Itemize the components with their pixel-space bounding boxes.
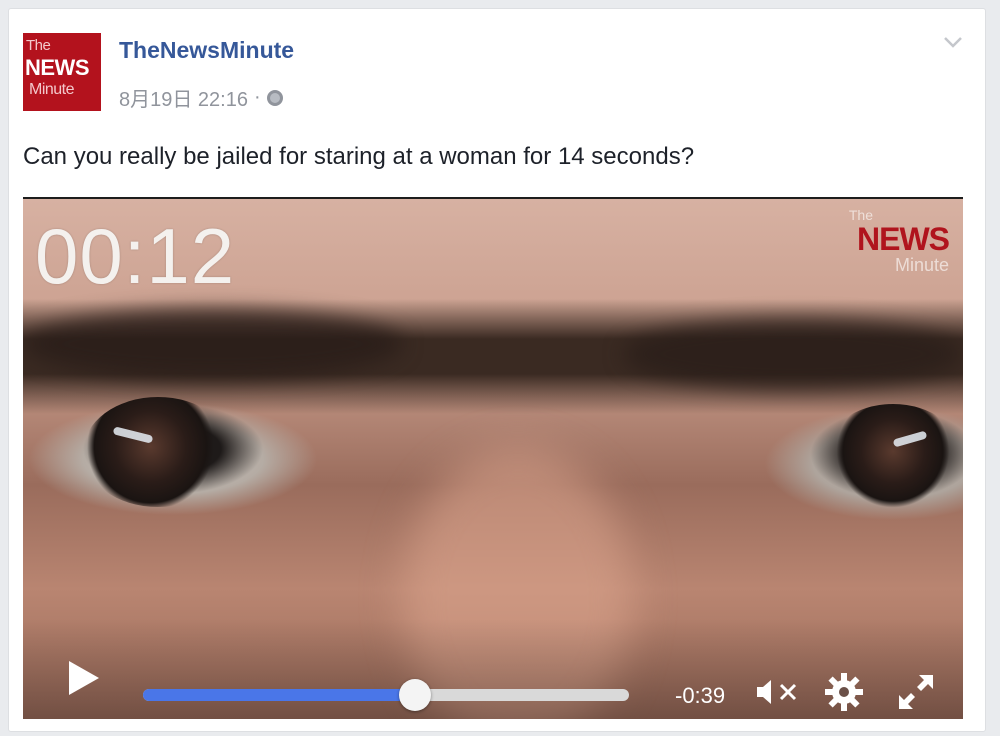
progress-bar-fill bbox=[143, 689, 416, 701]
settings-button[interactable] bbox=[823, 671, 865, 718]
video-watermark-logo: The NEWS Minute bbox=[849, 207, 955, 277]
video-frame-brow-right bbox=[623, 319, 963, 389]
avatar-text-minute: Minute bbox=[29, 81, 75, 98]
post-menu-button[interactable] bbox=[943, 35, 963, 53]
post-text: Can you really be jailed for staring at … bbox=[23, 143, 695, 170]
post-timestamp[interactable]: 8月19日 22:16 bbox=[119, 83, 248, 112]
video-player[interactable]: 00:12 The NEWS Minute -0:39 bbox=[23, 197, 963, 719]
post-card: The NEWS Minute TheNewsMinute 8月19日 22:1… bbox=[8, 8, 986, 732]
play-button[interactable] bbox=[67, 659, 101, 702]
muted-speaker-icon bbox=[757, 680, 797, 704]
fullscreen-button[interactable] bbox=[895, 671, 937, 718]
avatar-text-news: NEWS bbox=[25, 55, 90, 80]
watermark-text-minute: Minute bbox=[894, 255, 949, 275]
gear-icon bbox=[825, 673, 863, 711]
progress-scrubber-handle[interactable] bbox=[399, 679, 432, 711]
video-frame-eye-left bbox=[83, 397, 233, 507]
time-remaining: -0:39 bbox=[675, 683, 726, 708]
video-frame-brow-left bbox=[23, 309, 403, 379]
avatar-text-the: The bbox=[26, 37, 51, 54]
mute-button[interactable] bbox=[755, 677, 801, 712]
page-name-link[interactable]: TheNewsMinute bbox=[119, 37, 294, 64]
expand-icon bbox=[899, 675, 933, 709]
globe-icon[interactable] bbox=[266, 89, 283, 106]
video-frame-eye-right bbox=[823, 404, 963, 509]
post-meta: 8月19日 22:16 · bbox=[119, 83, 283, 112]
watermark-text-news: NEWS bbox=[857, 221, 950, 257]
progress-bar[interactable] bbox=[143, 679, 629, 711]
meta-separator: · bbox=[253, 86, 261, 108]
video-overlay-timer: 00:12 bbox=[35, 212, 236, 300]
video-controls-bar: -0:39 bbox=[23, 619, 963, 719]
page-avatar[interactable]: The NEWS Minute bbox=[23, 33, 101, 111]
chevron-down-icon bbox=[944, 37, 962, 48]
play-icon bbox=[69, 661, 99, 695]
